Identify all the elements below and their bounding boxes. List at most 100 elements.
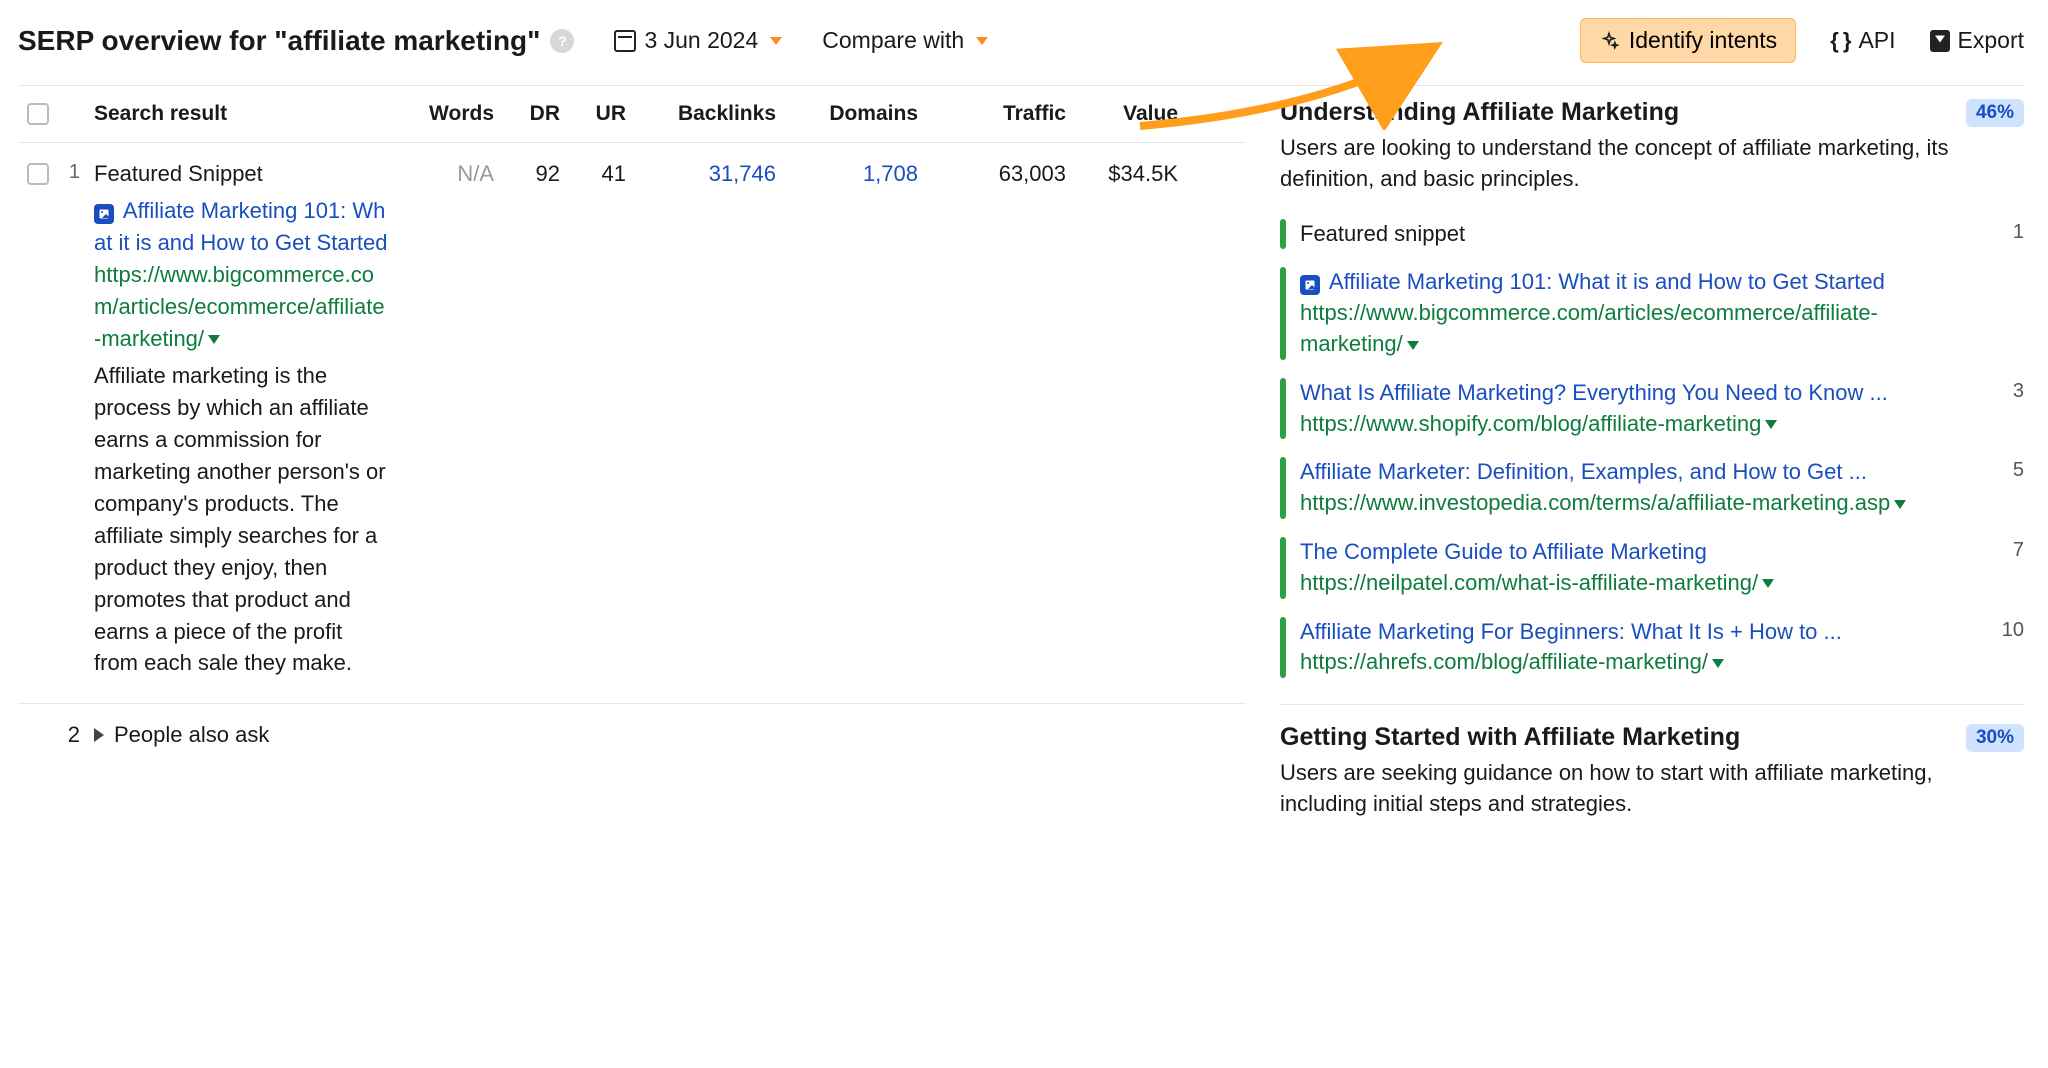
intent-label: Featured snippet xyxy=(1300,219,1978,250)
intent-url[interactable]: https://ahrefs.com/blog/affiliate-market… xyxy=(1300,647,1978,678)
accent-bar xyxy=(1280,219,1286,250)
calendar-icon xyxy=(614,30,636,52)
download-icon xyxy=(1930,30,1950,52)
col-ur[interactable]: UR xyxy=(560,102,626,126)
accent-bar xyxy=(1280,378,1286,440)
intent-percent-badge: 46% xyxy=(1966,99,2024,127)
row-checkbox[interactable] xyxy=(27,163,49,185)
intents-panel: Understanding Affiliate Marketing 46% Us… xyxy=(1246,86,2024,1059)
intent-link[interactable]: Affiliate Marketing For Beginners: What … xyxy=(1300,617,1978,648)
intent-item: What Is Affiliate Marketing? Everything … xyxy=(1280,372,2024,452)
help-icon[interactable]: ? xyxy=(550,29,574,53)
select-all-checkbox[interactable] xyxy=(27,103,49,125)
expand-icon[interactable] xyxy=(94,728,104,742)
result-url[interactable]: https://www.bigcommerce.com/articles/eco… xyxy=(94,259,390,355)
intent-link[interactable]: What Is Affiliate Marketing? Everything … xyxy=(1300,378,1978,409)
result-description: Affiliate marketing is the process by wh… xyxy=(94,360,390,679)
col-dr[interactable]: DR xyxy=(494,102,560,126)
intent-percent-badge: 30% xyxy=(1966,724,2024,752)
intent-header: Understanding Affiliate Marketing 46% xyxy=(1280,98,2024,127)
intent-link[interactable]: The Complete Guide to Affiliate Marketin… xyxy=(1300,537,1978,568)
intent-rank: 3 xyxy=(1992,378,2024,440)
intent-url[interactable]: https://www.shopify.com/blog/affiliate-m… xyxy=(1300,409,1978,440)
col-value[interactable]: Value xyxy=(1066,102,1186,126)
intent-description: Users are looking to understand the conc… xyxy=(1280,133,2024,195)
compare-picker[interactable]: Compare with xyxy=(822,27,988,54)
intent-item: Featured snippet 1 xyxy=(1280,213,2024,262)
api-icon: { } xyxy=(1830,28,1850,54)
intent-link-text: The Complete Guide to Affiliate Marketin… xyxy=(1300,539,1707,564)
main-layout: Search result Words DR UR Backlinks Doma… xyxy=(18,85,2024,1059)
intent-link-text: Affiliate Marketing For Beginners: What … xyxy=(1300,619,1842,644)
col-words[interactable]: Words xyxy=(390,102,494,126)
cell-traffic: 63,003 xyxy=(918,161,1066,679)
accent-bar xyxy=(1280,457,1286,519)
intent-item: Affiliate Marketer: Definition, Examples… xyxy=(1280,451,2024,531)
identify-intents-button[interactable]: Identify intents xyxy=(1580,18,1796,63)
caret-down-icon xyxy=(770,37,782,45)
page-title-text: SERP overview for "affiliate marketing" xyxy=(18,25,540,57)
intent-link[interactable]: Affiliate Marketer: Definition, Examples… xyxy=(1300,457,1978,488)
intent-rank: 1 xyxy=(1992,219,2024,250)
table-row: 2 People also ask xyxy=(18,704,1246,762)
top-bar: SERP overview for "affiliate marketing" … xyxy=(18,18,2024,85)
caret-down-icon xyxy=(1765,420,1777,429)
cell-ur: 41 xyxy=(560,161,626,679)
compare-label: Compare with xyxy=(822,27,964,54)
serp-table: Search result Words DR UR Backlinks Doma… xyxy=(18,86,1246,1059)
intent-url-text: https://www.bigcommerce.com/articles/eco… xyxy=(1300,300,1878,356)
intent-url[interactable]: https://www.investopedia.com/terms/a/aff… xyxy=(1300,488,1978,519)
col-traffic[interactable]: Traffic xyxy=(918,102,1066,126)
people-also-ask-label[interactable]: People also ask xyxy=(114,722,269,748)
api-button[interactable]: { } API xyxy=(1830,27,1895,54)
row-rank: 1 xyxy=(58,161,94,679)
sparkle-icon xyxy=(1599,31,1619,51)
result-title-link[interactable]: Affiliate Marketing 101: What it is and … xyxy=(94,195,390,259)
intent-rank xyxy=(1992,267,2024,359)
intent-link-text: Affiliate Marketing 101: What it is and … xyxy=(1329,269,1885,294)
cell-value: $34.5K xyxy=(1066,161,1186,679)
cell-domains[interactable]: 1,708 xyxy=(776,161,918,679)
caret-down-icon xyxy=(208,335,220,344)
intent-item: Affiliate Marketing 101: What it is and … xyxy=(1280,261,2024,371)
caret-down-icon xyxy=(1762,579,1774,588)
export-button[interactable]: Export xyxy=(1930,27,2024,54)
intent-url-text: https://www.investopedia.com/terms/a/aff… xyxy=(1300,490,1890,515)
intent-link-text: What Is Affiliate Marketing? Everything … xyxy=(1300,380,1888,405)
intent-rank: 5 xyxy=(1992,457,2024,519)
favicon-icon xyxy=(1300,275,1320,295)
caret-down-icon xyxy=(976,37,988,45)
result-url-text: https://www.bigcommerce.com/articles/eco… xyxy=(94,262,385,351)
cell-dr: 92 xyxy=(494,161,560,679)
row-rank: 2 xyxy=(58,722,94,748)
intent-item: The Complete Guide to Affiliate Marketin… xyxy=(1280,531,2024,611)
date-picker[interactable]: 3 Jun 2024 xyxy=(614,27,782,54)
identify-intents-label: Identify intents xyxy=(1629,27,1777,54)
table-row: 1 Featured Snippet Affiliate Marketing 1… xyxy=(18,143,1246,704)
intent-description: Users are seeking guidance on how to sta… xyxy=(1280,758,2024,820)
result-title-text: Affiliate Marketing 101: What it is and … xyxy=(94,198,387,255)
intent-title: Getting Started with Affiliate Marketing xyxy=(1280,723,1740,752)
cell-words: N/A xyxy=(390,161,494,679)
intent-item: Affiliate Marketing For Beginners: What … xyxy=(1280,611,2024,691)
cell-backlinks[interactable]: 31,746 xyxy=(626,161,776,679)
col-domains[interactable]: Domains xyxy=(776,102,918,126)
intent-title: Understanding Affiliate Marketing xyxy=(1280,98,1679,127)
featured-snippet-label: Featured Snippet xyxy=(94,161,390,187)
intent-rank: 10 xyxy=(1992,617,2024,679)
intent-url[interactable]: https://neilpatel.com/what-is-affiliate-… xyxy=(1300,568,1978,599)
accent-bar xyxy=(1280,537,1286,599)
caret-down-icon xyxy=(1712,659,1724,668)
intent-rank: 7 xyxy=(1992,537,2024,599)
export-label: Export xyxy=(1958,27,2024,54)
intent-url[interactable]: https://www.bigcommerce.com/articles/eco… xyxy=(1300,298,1978,360)
intent-header: Getting Started with Affiliate Marketing… xyxy=(1280,723,2024,752)
intent-separator xyxy=(1280,704,2024,705)
page-title: SERP overview for "affiliate marketing" … xyxy=(18,25,574,57)
accent-bar xyxy=(1280,617,1286,679)
col-result[interactable]: Search result xyxy=(94,102,390,126)
intent-link[interactable]: Affiliate Marketing 101: What it is and … xyxy=(1300,267,1978,298)
table-header: Search result Words DR UR Backlinks Doma… xyxy=(18,86,1246,143)
intent-url-text: https://neilpatel.com/what-is-affiliate-… xyxy=(1300,570,1758,595)
col-backlinks[interactable]: Backlinks xyxy=(626,102,776,126)
